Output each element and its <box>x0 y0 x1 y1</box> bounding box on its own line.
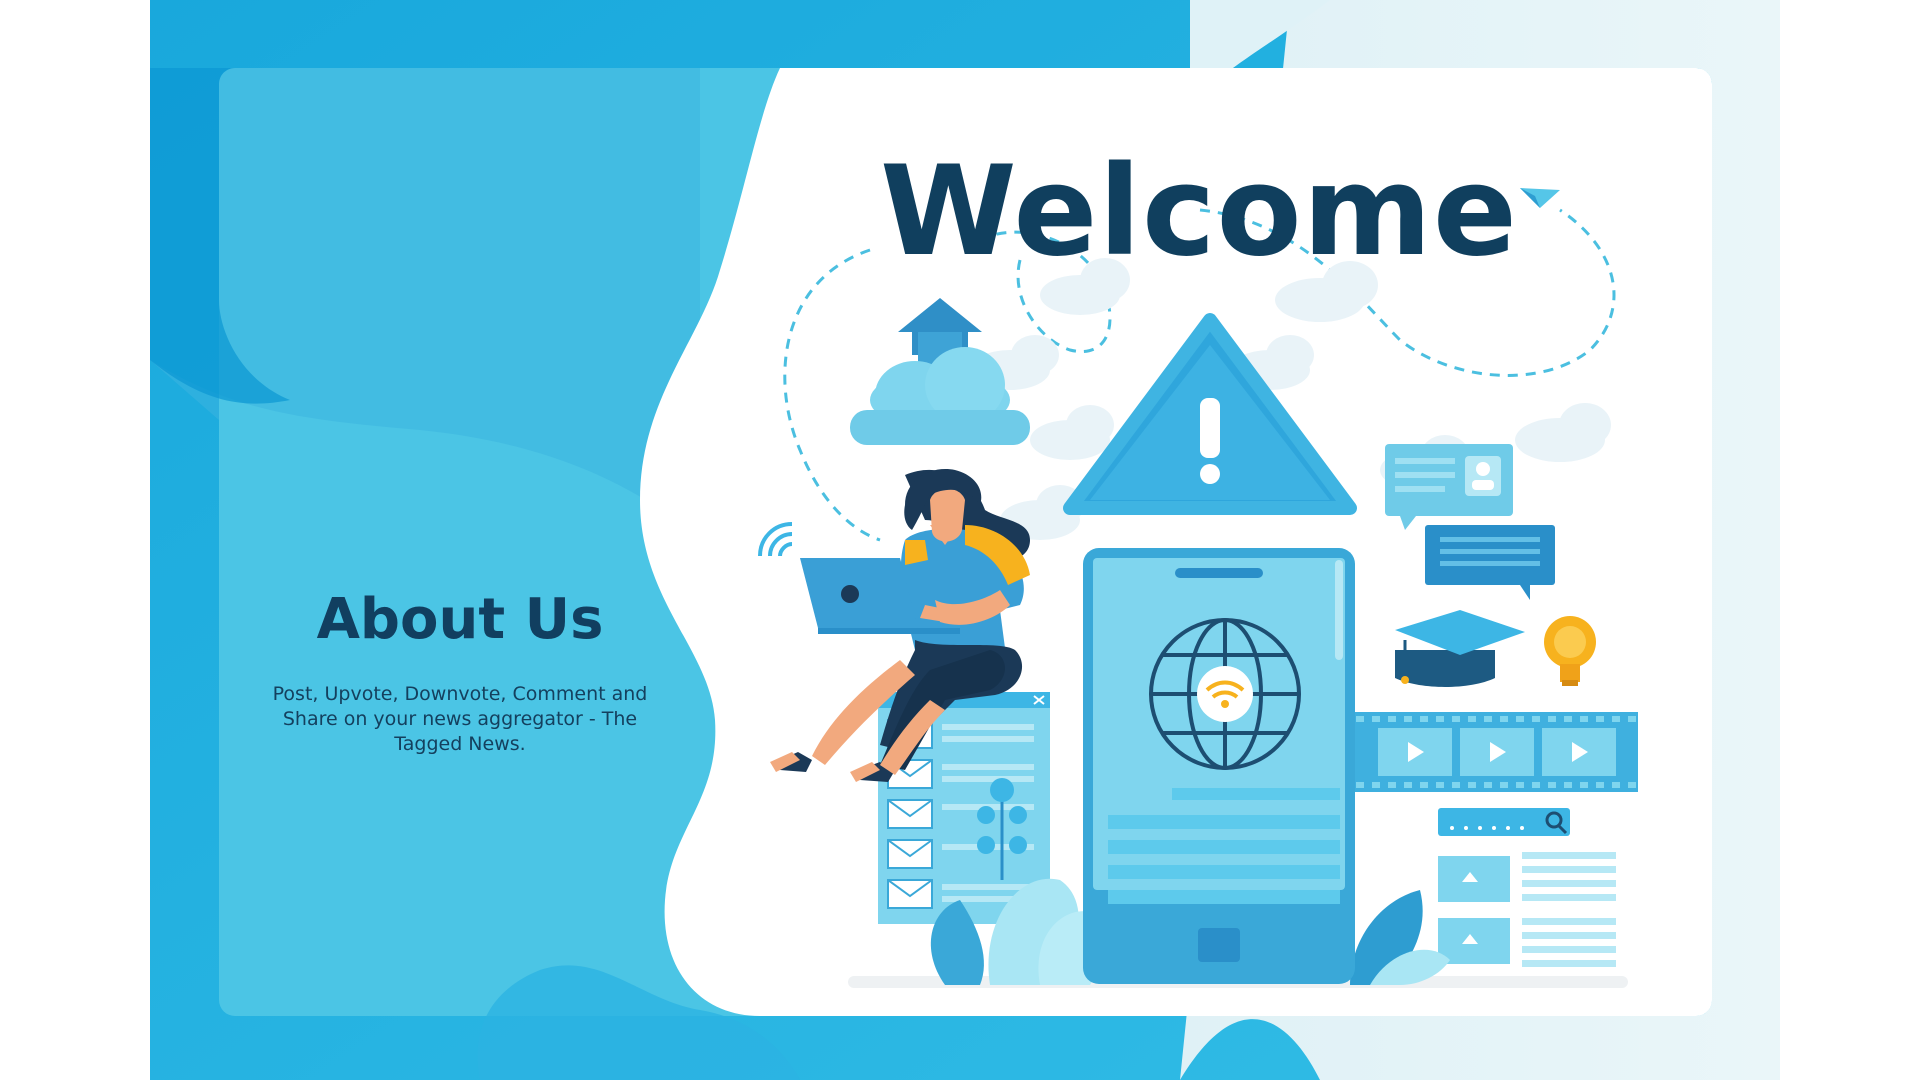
welcome-heading: Welcome <box>880 140 1518 284</box>
video-filmstrip-icon <box>1350 712 1638 792</box>
globe-wifi-icon <box>1149 618 1301 770</box>
about-us-heading: About Us <box>316 587 604 652</box>
landing-page: Welcome About Us Post, Upvote, Downvote,… <box>0 0 1920 1080</box>
about-us-description: Post, Upvote, Downvote, Comment and Shar… <box>272 683 648 755</box>
